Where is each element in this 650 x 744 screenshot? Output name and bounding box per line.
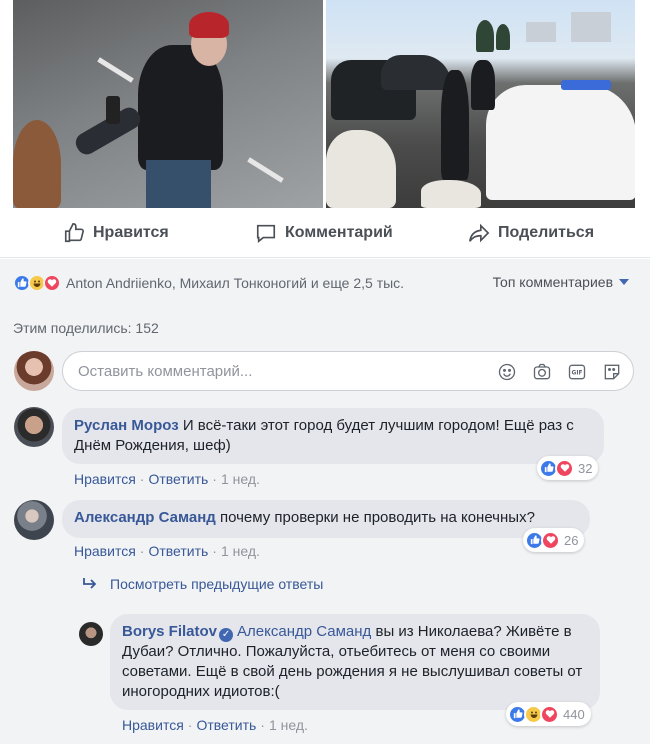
emoji-icon[interactable] — [496, 361, 518, 383]
love-reaction-icon — [43, 274, 61, 292]
post-action-bar: Нравится Комментарий Поделиться — [0, 208, 650, 258]
reply-reply-link[interactable]: Ответить — [196, 717, 256, 733]
verified-badge-icon: ✓ — [219, 628, 234, 642]
share-button[interactable]: Поделиться — [468, 222, 594, 244]
current-user-avatar[interactable] — [14, 351, 54, 391]
thumbs-up-icon — [64, 223, 84, 243]
comment-author[interactable]: Руслан Мороз — [74, 417, 179, 434]
photo-police-cars[interactable] — [326, 0, 635, 208]
comment-author[interactable]: Александр Саманд — [74, 509, 216, 526]
comment-sort-dropdown[interactable]: Топ комментариев — [493, 274, 629, 290]
share-arrow-icon — [469, 223, 490, 243]
comment-input[interactable] — [78, 362, 478, 380]
reply-mention[interactable]: Александр Саманд — [237, 623, 371, 640]
love-reaction-icon — [555, 458, 574, 478]
comment-reply-link[interactable]: Ответить — [148, 471, 208, 487]
comment-sort-label: Топ комментариев — [492, 274, 613, 290]
view-previous-replies-label: Посмотреть предыдущие ответы — [110, 576, 324, 592]
sticker-icon[interactable] — [601, 361, 623, 383]
like-label: Нравится — [93, 224, 169, 241]
reply-like-link[interactable]: Нравится — [122, 717, 184, 733]
caret-down-icon — [619, 279, 629, 285]
reply-author-avatar[interactable] — [79, 622, 103, 646]
comment-button[interactable]: Комментарий — [255, 222, 393, 244]
share-label: Поделиться — [498, 224, 595, 241]
comment-bubble: Руслан Мороз И всё-таки этот город будет… — [62, 408, 604, 464]
reactions-summary: Anton Andriienko, Михаил Тонконогий и ещ… — [13, 272, 635, 294]
photo-man-with-phone[interactable] — [13, 0, 323, 208]
reply-meta: Нравится · Ответить · 1 нед. — [122, 717, 308, 733]
composer-toolbar: GIF — [496, 361, 623, 383]
reply-time[interactable]: 1 нед. — [269, 717, 308, 733]
reaction-count: 32 — [578, 460, 593, 476]
shares-count[interactable]: Этим поделились: 152 — [13, 320, 159, 336]
comment-composer[interactable]: GIF — [62, 351, 634, 391]
reaction-icons[interactable] — [13, 274, 61, 292]
commenter-avatar[interactable] — [14, 500, 54, 540]
comment-reply-link[interactable]: Ответить — [148, 543, 208, 559]
reply-reactions-badge[interactable]: 440 — [506, 702, 591, 726]
gif-icon[interactable]: GIF — [566, 361, 588, 383]
post-photos — [13, 0, 635, 208]
svg-text:GIF: GIF — [572, 371, 583, 377]
comment-meta: Нравится · Ответить · 1 нед. — [74, 543, 260, 559]
comment-time[interactable]: 1 нед. — [221, 543, 260, 559]
reaction-count: 440 — [563, 706, 585, 722]
comment-like-link[interactable]: Нравится — [74, 543, 136, 559]
love-reaction-icon — [540, 704, 559, 724]
comment-time[interactable]: 1 нед. — [221, 471, 260, 487]
comment-meta: Нравится · Ответить · 1 нед. — [74, 471, 260, 487]
comment-like-link[interactable]: Нравится — [74, 471, 136, 487]
comment-bubble: Александр Саманд почему проверки не пров… — [62, 500, 590, 538]
commenter-avatar[interactable] — [14, 407, 54, 447]
comment-text: почему проверки не проводить на конечных… — [219, 509, 535, 526]
reaction-count: 26 — [564, 532, 579, 548]
like-button[interactable]: Нравится — [63, 222, 169, 244]
comment-reactions-badge[interactable]: 32 — [537, 456, 599, 480]
comment-label: Комментарий — [285, 224, 393, 241]
reply-arrow-icon — [83, 578, 97, 589]
comment-bubble-icon — [256, 224, 276, 243]
reply-bubble: Borys Filatov ✓ Александр Саманд вы из Ник… — [110, 614, 600, 710]
reply-author[interactable]: Borys Filatov — [122, 623, 217, 640]
comment-reactions-badge[interactable]: 26 — [523, 528, 585, 552]
view-previous-replies[interactable]: Посмотреть предыдущие ответы — [82, 576, 323, 592]
camera-icon[interactable] — [531, 361, 553, 383]
love-reaction-icon — [541, 530, 560, 550]
reactors-text[interactable]: Anton Andriienko, Михаил Тонконогий и ещ… — [66, 275, 404, 291]
